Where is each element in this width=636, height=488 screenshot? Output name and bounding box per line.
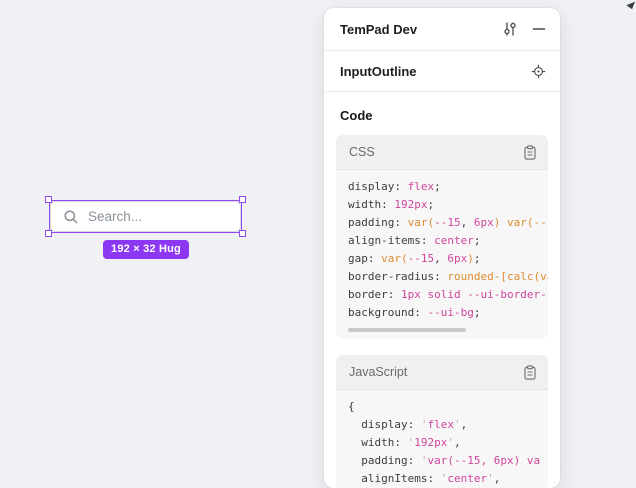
code-block-label: JavaScript bbox=[349, 365, 523, 379]
locate-button[interactable] bbox=[531, 64, 546, 79]
code-line: border: 1px solid --ui-border- bbox=[348, 286, 536, 304]
sliders-icon bbox=[502, 21, 518, 37]
code-line: display: flex; bbox=[348, 178, 536, 196]
resize-handle-bottom-left[interactable] bbox=[45, 230, 52, 237]
code-line: padding: 'var(--15, 6px) va bbox=[348, 452, 536, 470]
code-block: JavaScript { display: 'flex', width: '19… bbox=[336, 355, 548, 488]
code-line: gap: var(--15, 6px); bbox=[348, 250, 536, 268]
settings-button[interactable] bbox=[502, 21, 518, 37]
code-section-title: Code bbox=[340, 108, 548, 123]
copy-code-button[interactable] bbox=[523, 145, 537, 160]
code-line: display: 'flex', bbox=[348, 416, 536, 434]
selected-component-row: InputOutline bbox=[324, 51, 560, 92]
resize-handle-top-right[interactable] bbox=[239, 196, 246, 203]
code-block-label: CSS bbox=[349, 145, 523, 159]
search-input[interactable]: Search... bbox=[50, 201, 241, 232]
code-body: display: flex;width: 192px;padding: var(… bbox=[336, 170, 548, 324]
code-line: align-items: center; bbox=[348, 232, 536, 250]
size-badge: 192 × 32 Hug bbox=[103, 240, 189, 259]
minimize-button[interactable] bbox=[532, 22, 546, 36]
code-block-header: CSS bbox=[336, 135, 548, 170]
horizontal-scrollbar[interactable] bbox=[348, 328, 466, 332]
panel-title: TemPad Dev bbox=[340, 22, 488, 37]
search-icon bbox=[63, 209, 79, 225]
selection-box: Search... bbox=[49, 200, 242, 233]
copy-code-button[interactable] bbox=[523, 365, 537, 380]
code-line: width: 192px; bbox=[348, 196, 536, 214]
code-body: { display: 'flex', width: '192px', paddi… bbox=[336, 390, 548, 488]
code-line: background: --ui-bg; bbox=[348, 304, 536, 322]
code-line: width: '192px', bbox=[348, 434, 536, 452]
panel-header: TemPad Dev bbox=[324, 8, 560, 51]
code-section: Code CSS display: flex;width: 192px;padd… bbox=[324, 92, 560, 488]
clipboard-icon bbox=[523, 145, 537, 160]
locate-icon bbox=[531, 64, 546, 79]
code-block: CSS display: flex;width: 192px;padding: … bbox=[336, 135, 548, 339]
search-placeholder: Search... bbox=[88, 209, 142, 224]
code-line: border-radius: rounded-[calc(va bbox=[348, 268, 536, 286]
minimize-icon bbox=[532, 22, 546, 36]
code-block-header: JavaScript bbox=[336, 355, 548, 390]
code-line: { bbox=[348, 398, 536, 416]
resize-handle-bottom-right[interactable] bbox=[239, 230, 246, 237]
resize-handle-top-left[interactable] bbox=[45, 196, 52, 203]
tempad-dev-panel: TemPad Dev InputOutline bbox=[324, 8, 560, 488]
code-line: padding: var(--15, 6px) var(-- bbox=[348, 214, 536, 232]
clipboard-icon bbox=[523, 365, 537, 380]
code-line: alignItems: 'center', bbox=[348, 470, 536, 488]
code-blocks: CSS display: flex;width: 192px;padding: … bbox=[336, 135, 548, 488]
component-name: InputOutline bbox=[340, 64, 517, 79]
figma-canvas: Search... 192 × 32 Hug TemPad Dev bbox=[0, 0, 636, 472]
cursor bbox=[626, 0, 636, 9]
